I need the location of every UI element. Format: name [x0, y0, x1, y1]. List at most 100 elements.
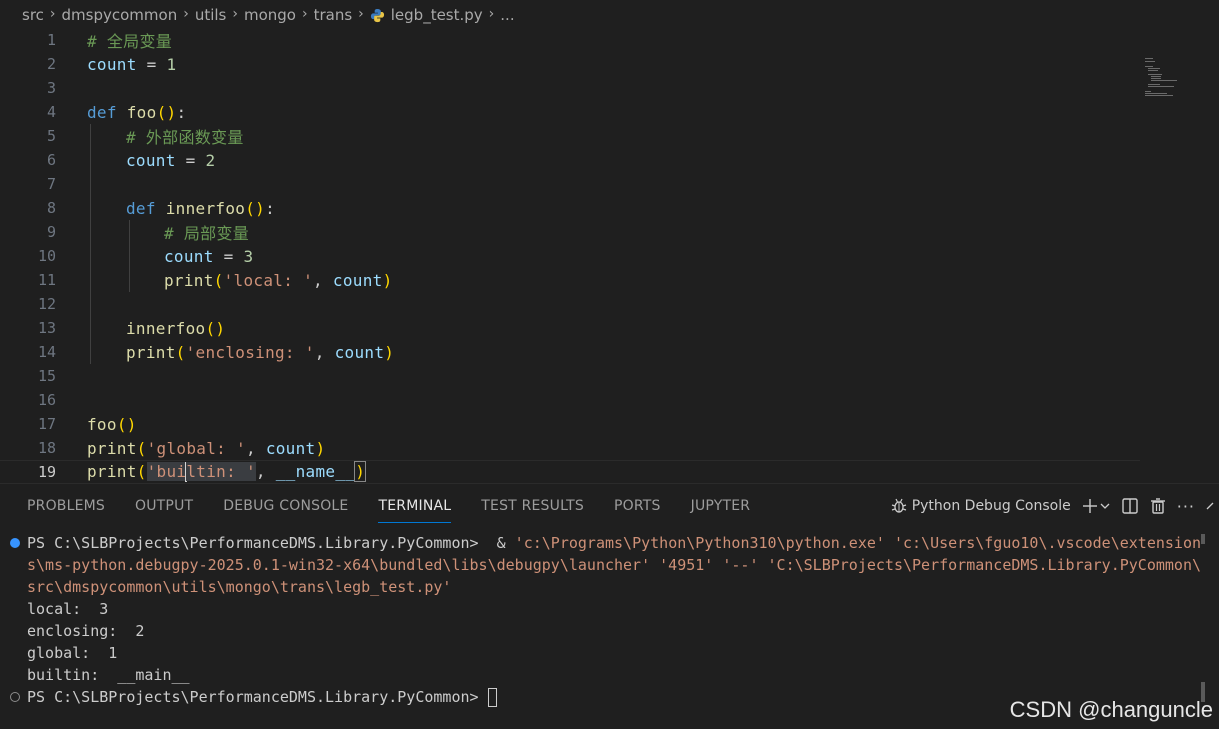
code-string: 'enclosing: ' — [185, 342, 315, 362]
code-line-current[interactable]: 19 print('builtin: ', __name__) — [0, 460, 1140, 484]
code-line[interactable]: 15 — [0, 364, 1140, 388]
code-text: count = 2 — [126, 150, 216, 170]
code-line[interactable]: 3 — [0, 76, 1140, 100]
terminal-operator: & — [487, 534, 515, 552]
code-string: 'bui — [146, 461, 187, 481]
line-number: 2 — [46, 55, 56, 73]
code-string: ltin: ' — [186, 461, 256, 481]
code-line[interactable]: 4 def foo(): — [0, 100, 1140, 124]
terminal-cursor — [487, 688, 497, 707]
line-number: 12 — [37, 295, 56, 313]
code-text: count = 3 — [164, 246, 254, 266]
code-line[interactable]: 11 print('local: ', count) — [0, 268, 1140, 292]
code-line[interactable]: 8 def innerfoo(): — [0, 196, 1140, 220]
code-line[interactable]: 1 # 全局变量 — [0, 28, 1140, 52]
chevron-right-icon: › — [49, 6, 56, 22]
code-number: 3 — [243, 246, 254, 266]
chevron-right-icon: › — [301, 6, 308, 22]
terminal-line: PS C:\SLBProjects\PerformanceDMS.Library… — [27, 532, 1201, 554]
new-terminal-button[interactable] — [1081, 497, 1111, 515]
code-operator: = — [136, 54, 167, 74]
line-number: 11 — [37, 271, 56, 289]
code-text: count = 1 — [87, 55, 176, 74]
terminal-name: Python Debug Console — [911, 498, 1071, 514]
terminal-line: enclosing: 2 — [27, 622, 145, 640]
code-comment: # 全局变量 — [87, 32, 173, 51]
code-string: 'local: ' — [223, 270, 314, 290]
watermark: CSDN @changuncle — [1009, 697, 1213, 722]
code-function: print — [164, 270, 214, 290]
code-line[interactable]: 14 print('enclosing: ', count) — [0, 340, 1140, 364]
terminal-line: builtin: __main__ — [27, 666, 190, 684]
code-function: print — [126, 342, 176, 362]
code-line[interactable]: 13 innerfoo() — [0, 316, 1140, 340]
code-line[interactable]: 10 count = 3 — [0, 244, 1140, 268]
code-variable: count — [126, 150, 176, 170]
code-function: innerfoo — [126, 318, 206, 338]
code-function: print — [87, 461, 137, 481]
code-text: print('local: ', count) — [164, 270, 393, 290]
breadcrumb-item-dmspycommon[interactable]: dmspycommon — [62, 6, 178, 24]
plus-icon — [1082, 499, 1097, 513]
code-line[interactable]: 9 # 局部变量 — [0, 220, 1140, 244]
tab-problems[interactable]: PROBLEMS — [27, 492, 105, 520]
breadcrumb-item-mongo[interactable]: mongo — [244, 6, 296, 24]
code-text: def foo(): — [87, 102, 187, 122]
code-variable: count — [265, 438, 316, 458]
code-line[interactable]: 16 — [0, 388, 1140, 412]
terminal-prompt: PS C:\SLBProjects\PerformanceDMS.Library… — [27, 688, 488, 706]
debug-bug-icon — [891, 498, 906, 513]
line-number: 3 — [46, 79, 56, 97]
code-string: 'global: ' — [146, 438, 246, 458]
line-number: 16 — [37, 391, 56, 409]
terminal-line: src\dmspycommon\utils\mongo\trans\legb_t… — [27, 578, 452, 596]
tab-terminal[interactable]: TERMINAL — [378, 492, 451, 523]
tab-jupyter[interactable]: JUPYTER — [691, 492, 751, 520]
code-line[interactable]: 12 — [0, 292, 1140, 316]
line-number: 4 — [46, 103, 56, 121]
terminal-line: s\ms-python.debugpy-2025.0.1-win32-x64\b… — [27, 556, 1201, 574]
split-terminal-button[interactable] — [1121, 497, 1139, 515]
maximize-panel-button[interactable] — [1205, 499, 1219, 513]
breadcrumb-item-utils[interactable]: utils — [195, 6, 227, 24]
tab-test-results[interactable]: TEST RESULTS — [481, 492, 584, 520]
command-pending-dot[interactable] — [10, 692, 20, 702]
code-variable: __name__ — [275, 461, 356, 481]
line-number: 5 — [46, 127, 56, 145]
chevron-down-icon — [1100, 503, 1110, 509]
code-line[interactable]: 18 print('global: ', count) — [0, 436, 1140, 460]
code-comment: # 局部变量 — [164, 224, 250, 243]
code-text: innerfoo() — [126, 318, 226, 338]
terminal-line: global: 1 — [27, 644, 118, 662]
terminal-output[interactable]: PS C:\SLBProjects\PerformanceDMS.Library… — [0, 532, 1201, 722]
terminal-scrollbar[interactable] — [1200, 532, 1206, 722]
command-success-dot[interactable] — [10, 538, 20, 548]
code-function: foo — [87, 414, 117, 434]
code-keyword: def — [87, 102, 117, 122]
more-actions-button[interactable]: ··· — [1177, 497, 1195, 516]
code-line[interactable]: 6 count = 2 — [0, 148, 1140, 172]
terminal-selector[interactable]: Python Debug Console — [890, 497, 1071, 515]
breadcrumb-item-file[interactable]: legb_test.py — [391, 6, 483, 24]
line-number: 18 — [37, 439, 56, 457]
code-line[interactable]: 7 — [0, 172, 1140, 196]
breadcrumb-item-trans[interactable]: trans — [314, 6, 353, 24]
code-variable: count — [164, 246, 214, 266]
tab-ports[interactable]: PORTS — [614, 492, 661, 520]
tab-output[interactable]: OUTPUT — [135, 492, 193, 520]
code-line[interactable]: 5 # 外部函数变量 — [0, 124, 1140, 148]
code-editor[interactable]: 1 # 全局变量 2 count = 1 3 4 def foo(): 5 # … — [0, 28, 1219, 484]
code-function: foo — [126, 102, 157, 122]
code-line[interactable]: 17 foo() — [0, 412, 1140, 436]
split-icon — [1122, 498, 1138, 514]
line-number: 14 — [37, 343, 56, 361]
code-line[interactable]: 2 count = 1 — [0, 52, 1140, 76]
breadcrumb-item-src[interactable]: src — [22, 6, 44, 24]
code-number: 2 — [205, 150, 216, 170]
tab-debug-console[interactable]: DEBUG CONSOLE — [223, 492, 348, 520]
line-number: 17 — [37, 415, 56, 433]
kill-terminal-button[interactable] — [1149, 497, 1167, 515]
breadcrumb-more[interactable]: ... — [500, 6, 514, 24]
minimap[interactable] — [1145, 58, 1185, 98]
scrollbar-marker — [1201, 534, 1205, 544]
